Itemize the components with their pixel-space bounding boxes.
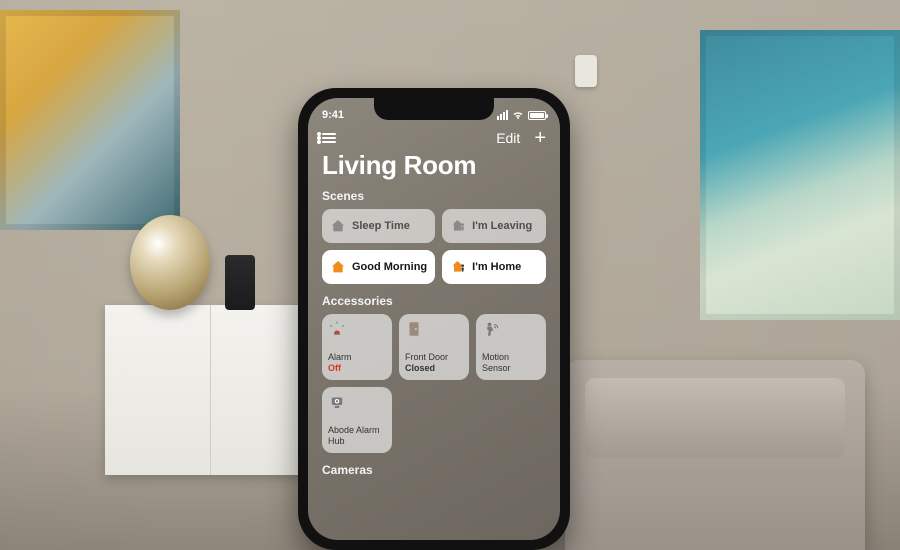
scene-im-leaving[interactable]: I'm Leaving	[442, 209, 546, 243]
accessory-name: Alarm	[328, 352, 386, 363]
motion-icon	[482, 320, 500, 338]
scene-label: Good Morning	[352, 261, 427, 273]
wall-motion-sensor	[575, 55, 597, 87]
phone-frame: 9:41 Edit + Living Room Scenes	[298, 88, 570, 550]
status-time: 9:41	[322, 109, 344, 121]
house-person-icon	[450, 218, 466, 234]
accessory-name: Motion Sensor	[482, 352, 540, 374]
page-title: Living Room	[308, 148, 560, 189]
scene-label: Sleep Time	[352, 220, 410, 232]
phone-screen: 9:41 Edit + Living Room Scenes	[308, 98, 560, 540]
wifi-icon	[512, 110, 524, 120]
house-icon	[330, 259, 346, 275]
accessories-grid: Alarm Off Front Door Closed	[308, 314, 560, 463]
scene-im-home[interactable]: I'm Home	[442, 250, 546, 284]
scene-label: I'm Leaving	[472, 220, 532, 232]
scene-good-morning[interactable]: Good Morning	[322, 250, 435, 284]
accessory-front-door[interactable]: Front Door Closed	[399, 314, 469, 380]
door-icon	[405, 320, 423, 338]
battery-icon	[528, 111, 546, 120]
cabinet	[105, 305, 315, 475]
phone-notch	[374, 98, 494, 120]
camera-icon	[328, 393, 346, 411]
smart-hub-device	[225, 255, 255, 310]
house-person-icon	[450, 259, 466, 275]
edit-button[interactable]: Edit	[496, 130, 520, 146]
wall-art-left	[0, 10, 180, 230]
accessory-name: Front Door	[405, 352, 463, 363]
cellular-icon	[497, 110, 508, 120]
accessory-name: Abode Alarm Hub	[328, 425, 386, 447]
scene-sleep-time[interactable]: Sleep Time	[322, 209, 435, 243]
accessory-abode-hub[interactable]: Abode Alarm Hub	[322, 387, 392, 453]
accessory-motion-sensor[interactable]: Motion Sensor	[476, 314, 546, 380]
accessory-alarm[interactable]: Alarm Off	[322, 314, 392, 380]
section-cameras-label: Cameras	[308, 463, 560, 483]
wall-art-right	[700, 30, 900, 320]
scene-label: I'm Home	[472, 261, 521, 273]
accessory-status: Closed	[405, 363, 463, 374]
scenes-grid: Sleep Time I'm Leaving Good Morning I'm …	[308, 209, 560, 294]
section-scenes-label: Scenes	[308, 189, 560, 209]
add-button[interactable]: +	[534, 131, 546, 145]
house-icon	[330, 218, 346, 234]
sofa	[565, 360, 865, 550]
rooms-list-button[interactable]	[322, 133, 336, 143]
vase	[130, 215, 210, 310]
accessory-status: Off	[328, 363, 386, 374]
siren-icon	[328, 320, 346, 338]
section-accessories-label: Accessories	[308, 294, 560, 314]
